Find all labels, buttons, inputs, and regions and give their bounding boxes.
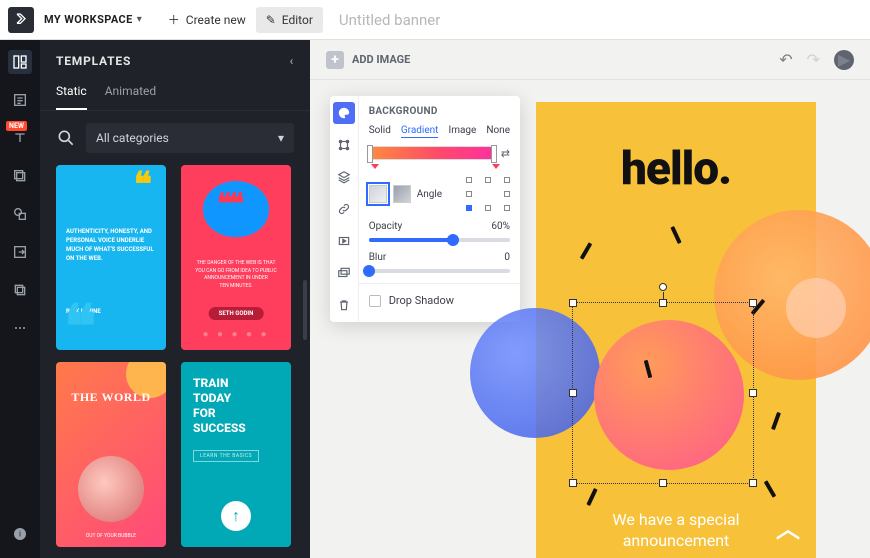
opacity-label: Opacity — [369, 221, 403, 232]
panel-scrollbar[interactable] — [303, 280, 307, 340]
panel-title: TEMPLATES — [56, 54, 131, 68]
rail-templates-icon[interactable] — [8, 50, 32, 74]
undo-icon[interactable]: ↶ — [779, 50, 792, 69]
resize-handle[interactable] — [569, 479, 577, 487]
chevron-up-icon[interactable]: ︿ — [776, 509, 800, 544]
angle-label: Angle — [417, 189, 442, 200]
editor-button[interactable]: ✎ Editor — [256, 7, 323, 33]
resize-handle[interactable] — [659, 479, 667, 487]
panel-collapse-icon[interactable]: ‹ — [289, 54, 294, 68]
drop-shadow-label: Drop Shadow — [389, 294, 454, 307]
banner-headline[interactable]: hello. — [536, 142, 816, 196]
gradient-stop[interactable] — [367, 145, 373, 163]
chevron-down-icon: ▾ — [278, 131, 284, 145]
templates-grid: ❝ AUTHENTICITY, HONESTY, ANDPERSONAL VOI… — [40, 165, 310, 558]
blur-label: Blur — [369, 252, 387, 263]
pencil-icon: ✎ — [266, 13, 276, 27]
shape-tick[interactable] — [586, 488, 597, 506]
selection-box[interactable] — [572, 302, 754, 484]
opacity-slider[interactable] — [369, 238, 510, 242]
gradient-stop[interactable] — [491, 145, 497, 163]
gradient-bar[interactable] — [369, 146, 495, 160]
property-panel: BACKGROUND Solid Gradient Image None — [330, 96, 520, 322]
tab-animated[interactable]: Animated — [105, 78, 156, 110]
rail-export-icon[interactable] — [8, 240, 32, 264]
prop-motion-icon[interactable] — [333, 262, 355, 284]
resize-handle[interactable] — [569, 389, 577, 397]
rail-text-icon[interactable]: NEW — [8, 126, 32, 150]
shape-tick[interactable] — [764, 480, 776, 498]
plus-icon: ＋ — [168, 11, 180, 28]
rail-more-icon[interactable] — [8, 316, 32, 340]
prop-video-icon[interactable] — [333, 230, 355, 252]
rail-list-icon[interactable] — [8, 88, 32, 112]
svg-text:i: i — [19, 530, 21, 539]
blur-slider[interactable] — [369, 269, 510, 273]
top-bar: MY WORKSPACE ▾ ＋ Create new ✎ Editor Unt… — [0, 0, 870, 40]
shape-tick[interactable] — [771, 412, 781, 430]
prop-delete-icon[interactable] — [333, 294, 355, 316]
template-card[interactable]: THE WORLD OUT OF YOUR BUBBLE — [56, 362, 166, 547]
resize-handle[interactable] — [749, 479, 757, 487]
prop-layers-icon[interactable] — [333, 166, 355, 188]
shape-tick[interactable] — [670, 226, 681, 244]
template-card[interactable]: ❝ AUTHENTICITY, HONESTY, ANDPERSONAL VOI… — [56, 165, 166, 350]
gradient-swap-icon[interactable]: ⇄ — [501, 147, 510, 160]
create-new-button[interactable]: ＋ Create new — [158, 5, 256, 34]
canvas-area: + ADD IMAGE ↶ ↷ ▶ — [310, 40, 870, 558]
arrow-up-icon: ↑ — [221, 501, 251, 531]
banner-subtext[interactable]: We have a specialannouncement — [536, 510, 816, 552]
gradient-type-linear[interactable] — [369, 185, 387, 203]
search-icon[interactable] — [56, 128, 76, 148]
new-badge: NEW — [6, 121, 27, 131]
bg-tab-image[interactable]: Image — [448, 125, 476, 138]
tab-static[interactable]: Static — [56, 78, 87, 110]
blur-value: 0 — [504, 252, 510, 263]
shape-tick[interactable] — [580, 242, 592, 260]
document-title[interactable]: Untitled banner — [339, 11, 440, 29]
angle-picker[interactable] — [466, 177, 510, 211]
template-card[interactable]: TRAINTODAYFORSUCCESS LEARN THE BASICS ↑ — [181, 362, 291, 547]
bg-tab-gradient[interactable]: Gradient — [401, 125, 439, 138]
opacity-value: 60% — [491, 221, 510, 232]
shape-circle-peach[interactable] — [786, 278, 846, 338]
drop-shadow-checkbox[interactable] — [369, 295, 381, 307]
redo-icon[interactable]: ↷ — [807, 50, 820, 69]
prop-title: BACKGROUND — [369, 106, 510, 117]
app-logo[interactable] — [8, 7, 34, 33]
prop-palette-icon[interactable] — [333, 102, 355, 124]
prop-link-icon[interactable] — [333, 198, 355, 220]
resize-handle[interactable] — [659, 299, 667, 307]
resize-handle[interactable] — [749, 389, 757, 397]
banner-canvas[interactable]: hello. — [536, 102, 816, 558]
categories-select[interactable]: All categories ▾ — [86, 123, 294, 153]
gradient-type-radial[interactable] — [393, 185, 411, 203]
workspace-label[interactable]: MY WORKSPACE — [44, 13, 133, 26]
rail-info-icon[interactable]: i — [8, 522, 32, 546]
template-card[interactable]: ❝❝ THE DANGER OF THE WEB IS THATYOU CAN … — [181, 165, 291, 350]
templates-panel: TEMPLATES ‹ Static Animated All categori… — [40, 40, 310, 558]
sidebar-rail: NEW i — [0, 40, 40, 558]
add-image-icon: + — [326, 51, 344, 69]
add-image-button[interactable]: + ADD IMAGE — [326, 51, 410, 69]
rail-shapes-icon[interactable] — [8, 202, 32, 226]
prop-transform-icon[interactable] — [333, 134, 355, 156]
workspace-chevron-icon[interactable]: ▾ — [137, 14, 142, 25]
rotate-handle[interactable] — [659, 283, 667, 291]
resize-handle[interactable] — [749, 299, 757, 307]
play-button[interactable]: ▶ — [834, 50, 854, 70]
bg-tab-solid[interactable]: Solid — [369, 125, 391, 138]
rail-layers-icon[interactable] — [8, 164, 32, 188]
resize-handle[interactable] — [569, 299, 577, 307]
rail-copy-icon[interactable] — [8, 278, 32, 302]
bg-tab-none[interactable]: None — [486, 125, 510, 138]
